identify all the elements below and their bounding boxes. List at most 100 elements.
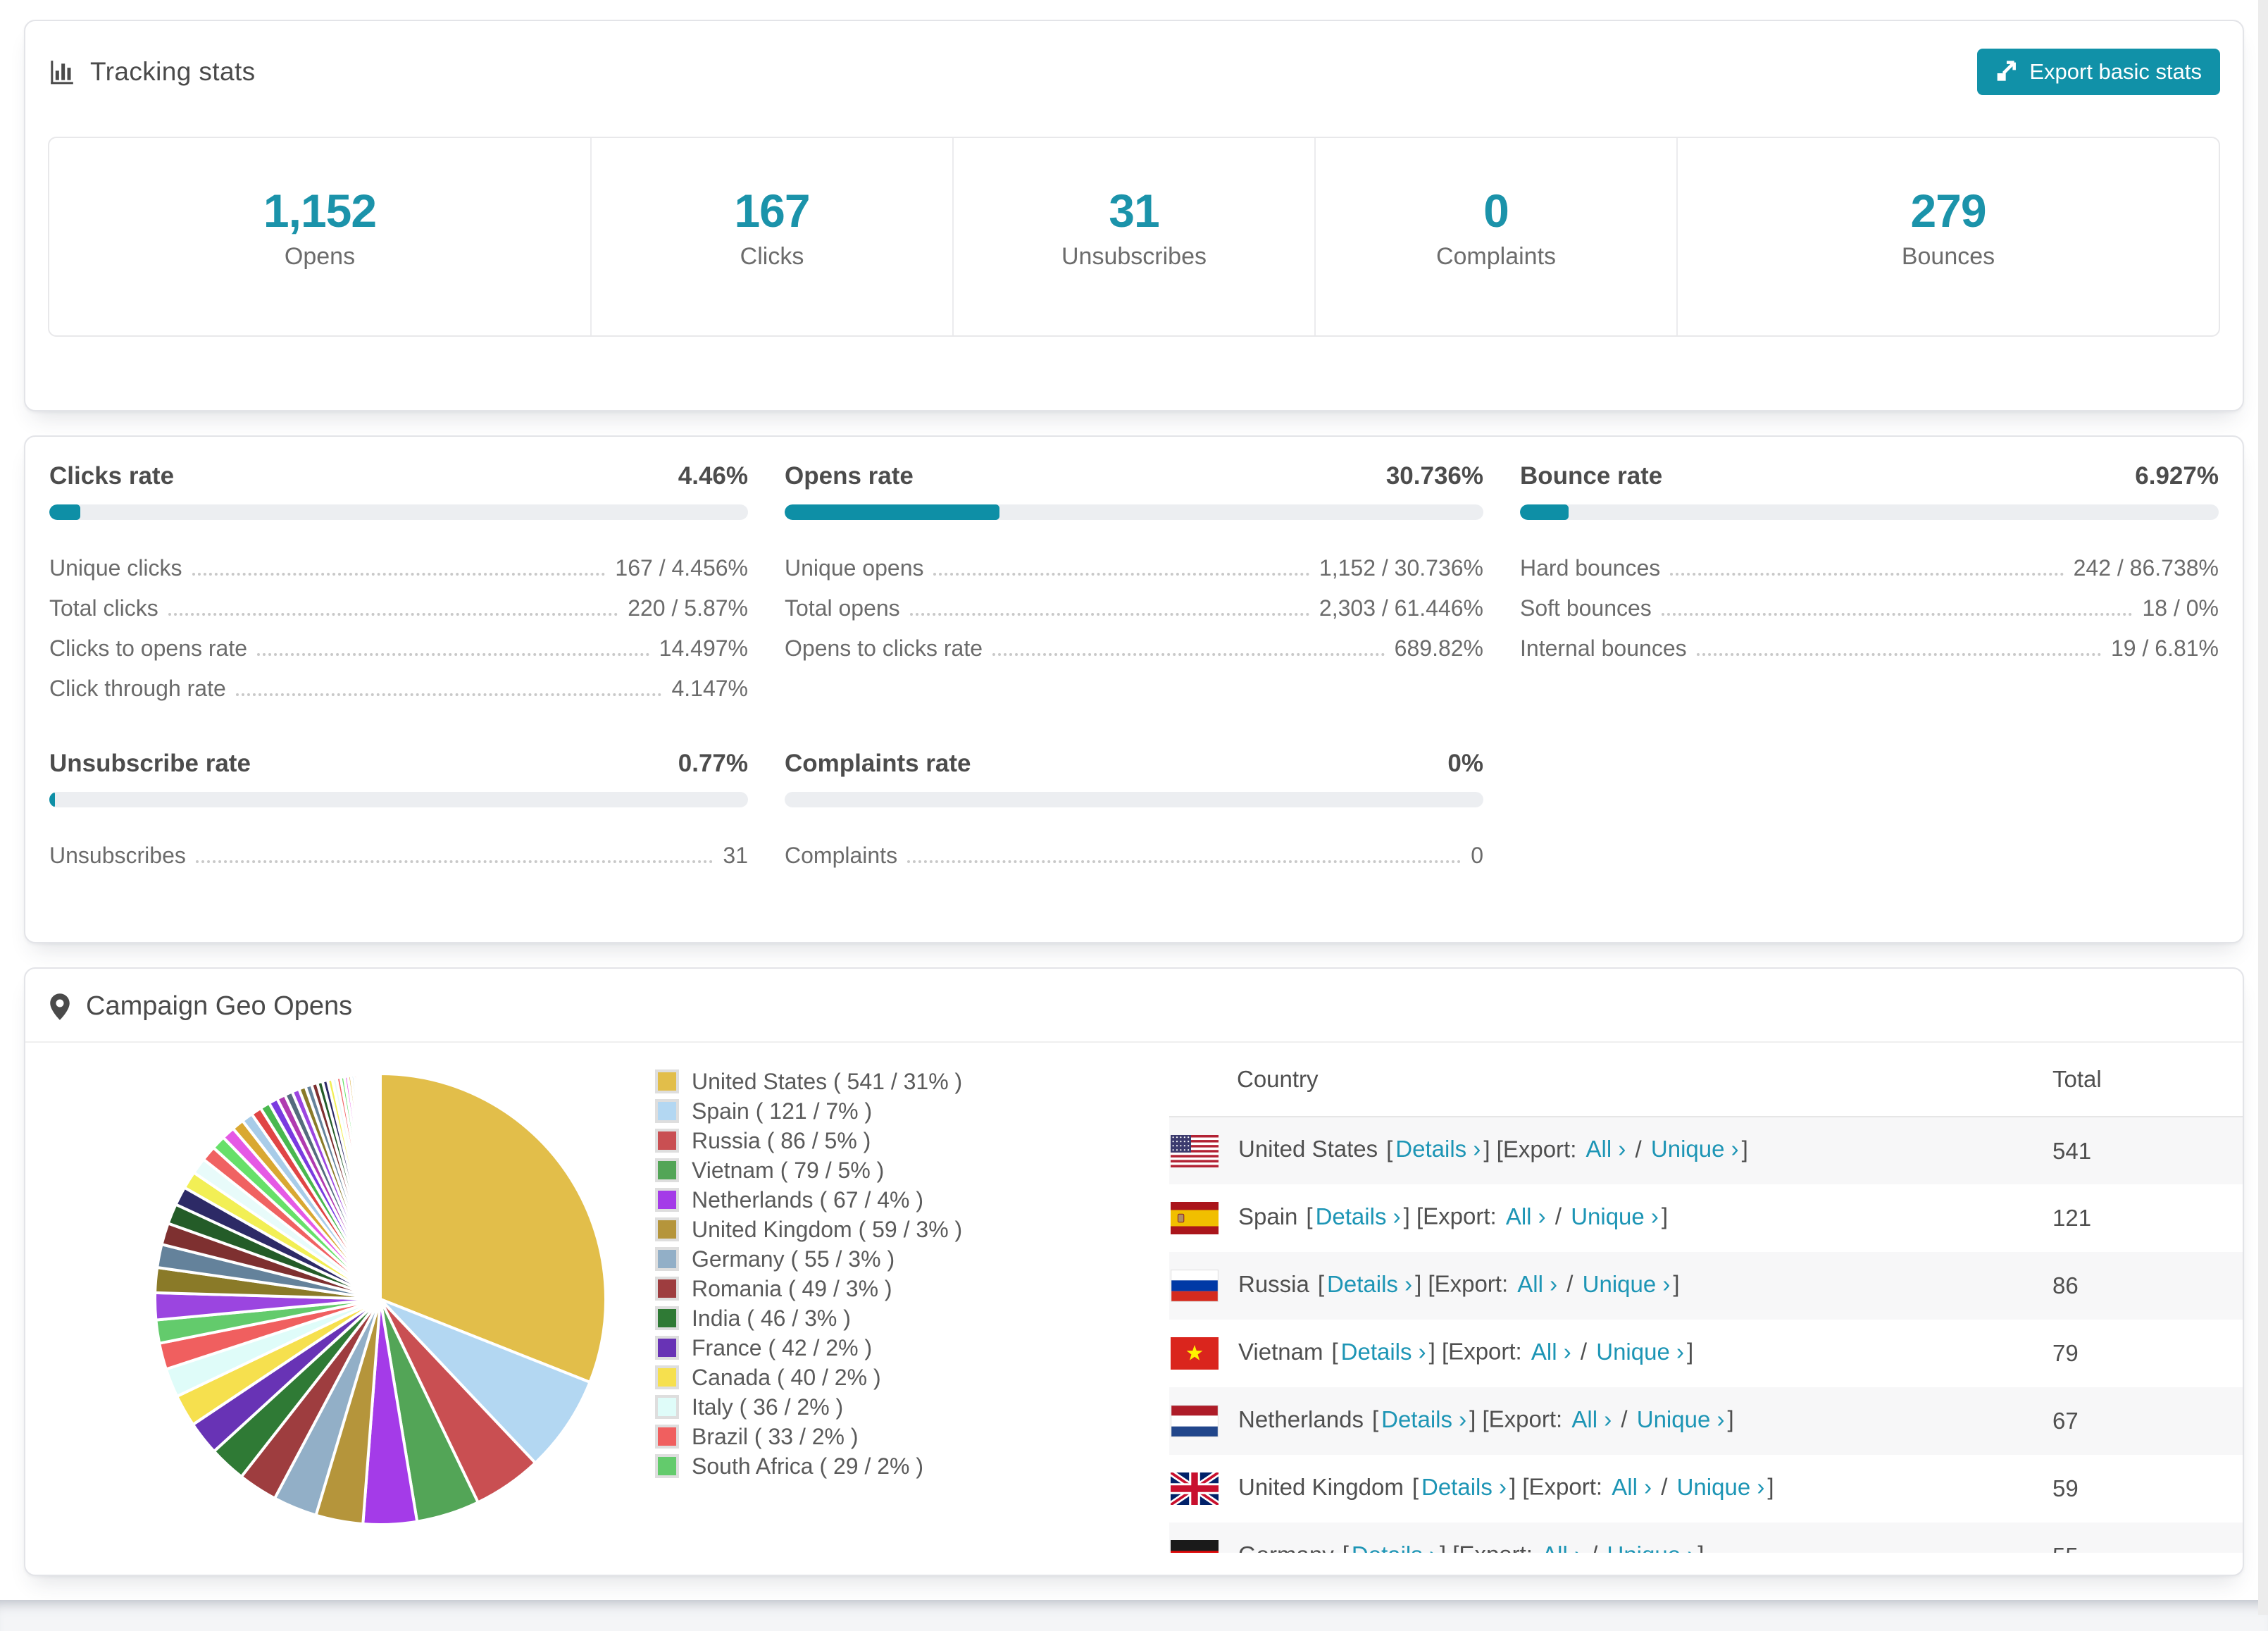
legend-swatch — [655, 1158, 679, 1182]
tracking-header: Tracking stats Export basic stats — [48, 44, 2220, 100]
stat-row: Soft bounces18 / 0% — [1520, 581, 2219, 621]
export-all-link[interactable]: All › — [1542, 1542, 1582, 1553]
details-link[interactable]: Details › — [1316, 1203, 1401, 1229]
export-all-link[interactable]: All › — [1612, 1474, 1652, 1500]
stat-row: Hard bounces242 / 86.738% — [1520, 541, 2219, 581]
details-link[interactable]: Details › — [1381, 1406, 1466, 1432]
details-link[interactable]: Details › — [1395, 1136, 1481, 1162]
export-basic-stats-button[interactable]: Export basic stats — [1977, 49, 2220, 95]
geo-table-row: Vietnam[Details ›] [Export: All › / Uniq… — [1169, 1320, 2243, 1387]
stat-row: Complaints0 — [785, 829, 1483, 869]
legend-item: South Africa ( 29 / 2% ) — [655, 1451, 1169, 1481]
dotted-leader — [168, 613, 618, 616]
geo-legend: United States ( 541 / 31% )Spain ( 121 /… — [655, 1043, 1169, 1553]
details-link[interactable]: Details › — [1327, 1271, 1412, 1297]
rate-value: 4.46% — [678, 462, 748, 490]
rate-title: Complaints rate — [785, 750, 971, 778]
legend-label: Canada ( 40 / 2% ) — [692, 1365, 881, 1391]
legend-label: Italy ( 36 / 2% ) — [692, 1394, 843, 1420]
export-unique-link[interactable]: Unique › — [1596, 1339, 1684, 1365]
stat-label: Opens — [285, 243, 355, 271]
country-name: Germany — [1238, 1542, 1334, 1553]
stat-row-value: 167 / 4.456% — [615, 555, 748, 581]
stat-row: Unique clicks167 / 4.456% — [49, 541, 748, 581]
legend-item: United States ( 541 / 31% ) — [655, 1067, 1169, 1096]
progress-bar-fill — [49, 504, 80, 520]
rate-value: 30.736% — [1386, 462, 1483, 490]
stat-value: 167 — [734, 184, 809, 237]
country-name: Russia — [1238, 1271, 1309, 1297]
page-bottom-strip — [0, 1600, 2268, 1631]
export-all-link[interactable]: All › — [1586, 1136, 1626, 1162]
legend-label: India ( 46 / 3% ) — [692, 1306, 851, 1332]
bar-chart-icon — [48, 58, 76, 86]
scrollbar-track[interactable] — [2258, 0, 2268, 1615]
stat-value: 1,152 — [263, 184, 376, 237]
stat-row: Clicks to opens rate14.497% — [49, 621, 748, 662]
legend-label: Spain ( 121 / 7% ) — [692, 1098, 872, 1124]
stat-value: 279 — [1910, 184, 1986, 237]
export-unique-link[interactable]: Unique › — [1651, 1136, 1739, 1162]
column-total: Total — [2051, 1043, 2243, 1117]
country-cell: Spain[Details ›] [Export: All › / Unique… — [1169, 1184, 2051, 1252]
stat-clicks: 167Clicks — [590, 138, 952, 335]
stat-row-label: Total opens — [785, 595, 900, 621]
stat-row-label: Soft bounces — [1520, 595, 1652, 621]
rate-head: Complaints rate0% — [785, 750, 1483, 778]
export-icon — [1995, 61, 2018, 83]
dotted-leader — [196, 860, 714, 863]
export-unique-link[interactable]: Unique › — [1677, 1474, 1765, 1500]
export-all-link[interactable]: All › — [1531, 1339, 1571, 1365]
legend-item: Spain ( 121 / 7% ) — [655, 1096, 1169, 1126]
legend-item: Brazil ( 33 / 2% ) — [655, 1422, 1169, 1451]
rate-block-unsubscribe-rate: Unsubscribe rate0.77%Unsubscribes31 — [49, 750, 748, 869]
pie-slice[interactable] — [379, 1074, 380, 1299]
legend-item: Canada ( 40 / 2% ) — [655, 1363, 1169, 1392]
export-unique-link[interactable]: Unique › — [1571, 1203, 1659, 1229]
export-all-link[interactable]: All › — [1517, 1271, 1557, 1297]
export-all-link[interactable]: All › — [1506, 1203, 1546, 1229]
progress-bar-fill — [785, 504, 999, 520]
export-unique-link[interactable]: Unique › — [1607, 1542, 1695, 1553]
stat-row: Total clicks220 / 5.87% — [49, 581, 748, 621]
rate-block-clicks-rate: Clicks rate 4.46% Unique clicks167 / 4.456… — [49, 462, 748, 702]
stat-row-label: Unsubscribes — [49, 843, 186, 869]
stat-row-label: Opens to clicks rate — [785, 635, 983, 662]
stat-row: Total opens2,303 / 61.446% — [785, 581, 1483, 621]
rate-block-bounce-rate: Bounce rate6.927%Hard bounces242 / 86.73… — [1520, 462, 2219, 702]
legend-label: Russia ( 86 / 5% ) — [692, 1128, 871, 1154]
stat-row-label: Click through rate — [49, 676, 226, 702]
stat-row-value: 0 — [1471, 843, 1483, 869]
geo-table-header: Country Total — [1169, 1043, 2243, 1117]
dotted-leader — [933, 573, 1309, 576]
rate-title: Unsubscribe rate — [49, 750, 251, 778]
legend-swatch — [655, 1336, 679, 1360]
details-link[interactable]: Details › — [1341, 1339, 1426, 1365]
legend-swatch — [655, 1099, 679, 1123]
country-total: 121 — [2051, 1184, 2243, 1252]
column-country: Country — [1169, 1043, 2051, 1117]
progress-bar — [785, 504, 1483, 520]
country-cell: Vietnam[Details ›] [Export: All › / Uniq… — [1169, 1320, 2051, 1387]
details-link[interactable]: Details › — [1352, 1542, 1437, 1553]
legend-swatch — [655, 1425, 679, 1449]
legend-label: South Africa ( 29 / 2% ) — [692, 1453, 923, 1480]
export-all-link[interactable]: All › — [1571, 1406, 1612, 1432]
legend-item: France ( 42 / 2% ) — [655, 1333, 1169, 1363]
stat-label: Complaints — [1436, 243, 1556, 271]
export-unique-link[interactable]: Unique › — [1583, 1271, 1671, 1297]
export-unique-link[interactable]: Unique › — [1637, 1406, 1725, 1432]
dotted-leader — [1697, 653, 2101, 656]
stat-unsubscribes: 31Unsubscribes — [952, 138, 1314, 335]
country-total: 59 — [2051, 1455, 2243, 1523]
stat-row-label: Internal bounces — [1520, 635, 1687, 662]
country-name: Vietnam — [1238, 1339, 1323, 1365]
dotted-leader — [907, 860, 1461, 863]
stat-value: 31 — [1109, 184, 1159, 237]
stat-row-label: Clicks to opens rate — [49, 635, 247, 662]
rate-title: Clicks rate — [49, 462, 174, 490]
details-link[interactable]: Details › — [1421, 1474, 1507, 1500]
stat-row-label: Total clicks — [49, 595, 158, 621]
stat-row-value: 1,152 / 30.736% — [1319, 555, 1483, 581]
stat-row-value: 242 / 86.738% — [2074, 555, 2219, 581]
